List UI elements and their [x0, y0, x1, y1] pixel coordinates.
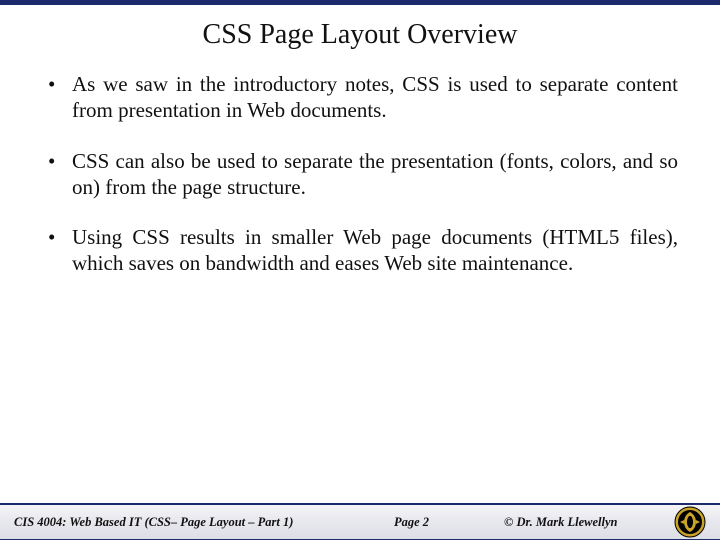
body-region: As we saw in the introductory notes, CSS… — [0, 57, 720, 277]
slide: CSS Page Layout Overview As we saw in th… — [0, 0, 720, 540]
bullet-item: Using CSS results in smaller Web page do… — [42, 224, 678, 277]
title-region: CSS Page Layout Overview — [0, 5, 720, 57]
slide-title: CSS Page Layout Overview — [20, 19, 700, 51]
footer-copyright: © Dr. Mark Llewellyn — [504, 515, 654, 530]
bullet-list: As we saw in the introductory notes, CSS… — [42, 71, 678, 277]
footer: CIS 4004: Web Based IT (CSS– Page Layout… — [0, 503, 720, 539]
footer-course: CIS 4004: Web Based IT (CSS– Page Layout… — [14, 515, 394, 530]
bullet-item: As we saw in the introductory notes, CSS… — [42, 71, 678, 124]
footer-page: Page 2 — [394, 515, 504, 530]
ucf-pegasus-logo-icon — [674, 506, 706, 538]
bullet-item: CSS can also be used to separate the pre… — [42, 148, 678, 201]
